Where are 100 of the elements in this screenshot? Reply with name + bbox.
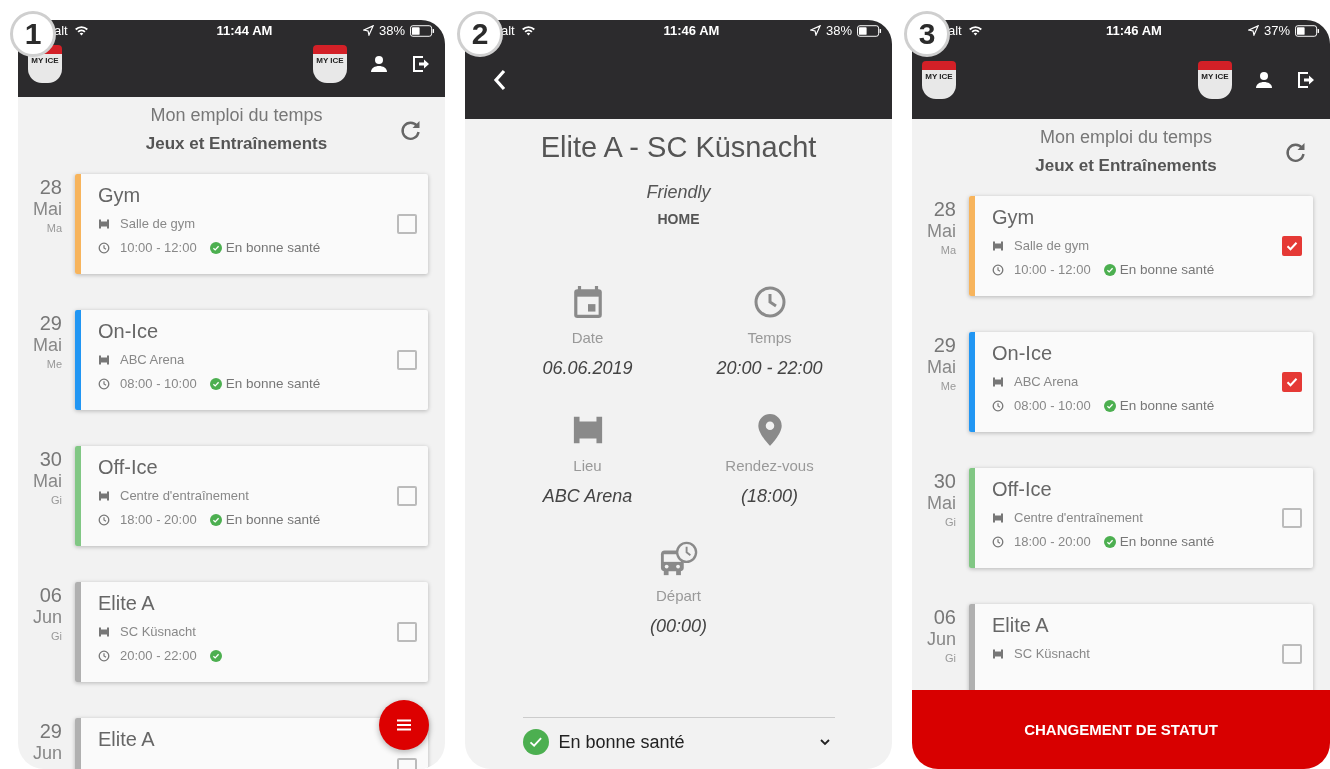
health-status: En bonne santé <box>225 240 321 255</box>
stadium-icon <box>992 239 1004 252</box>
back-icon[interactable] <box>493 68 507 92</box>
stadium-icon <box>992 647 1004 660</box>
health-status: En bonne santé <box>225 376 321 391</box>
event-title: Elite A <box>98 592 156 615</box>
event-card[interactable]: On-Ice ABC Arena 08:00 - 10:00 En bonne santé <box>75 310 428 410</box>
menu-button[interactable] <box>379 700 429 750</box>
event-card[interactable]: Gym Salle de gym 10:00 - 12:00 En bonne santé <box>969 196 1313 296</box>
event-title: On-Ice <box>98 320 160 343</box>
event-card[interactable]: On-Ice ABC Arena 08:00 - 10:00 En bonne santé <box>969 332 1313 432</box>
event-title: Elite A <box>992 614 1050 637</box>
event-location: ABC Arena <box>1014 374 1079 389</box>
event-checkbox[interactable] <box>397 622 417 642</box>
date-day: 29 <box>39 720 62 743</box>
clock-icon <box>98 377 110 390</box>
info-value: 20:00 - 22:00 <box>716 358 823 379</box>
date-month: Mai <box>33 335 62 356</box>
location-arrow-icon <box>809 25 821 36</box>
event-checkbox[interactable] <box>1282 372 1302 392</box>
date-day: 30 <box>933 470 956 493</box>
info-value: (18:00) <box>740 486 798 507</box>
check-circle-icon <box>522 729 549 755</box>
event-checkbox[interactable] <box>397 214 417 234</box>
event-card[interactable]: Off-Ice Centre d'entraînement 18:00 - 20:00 En bonne santé <box>75 446 428 546</box>
event-checkbox[interactable] <box>1282 236 1302 256</box>
event-location: SC Küsnacht <box>120 624 196 639</box>
date-weekday: Me <box>940 380 956 392</box>
event-location: ABC Arena <box>120 352 185 367</box>
date-weekday: Gi <box>51 494 62 506</box>
carrier-label: alt <box>501 23 515 38</box>
health-status: En bonne santé <box>1119 534 1215 549</box>
status-change-button[interactable]: CHANGEMENT DE STATUT <box>912 690 1330 769</box>
event-card[interactable]: Gym Salle de gym 10:00 - 12:00 En bonne santé <box>75 174 428 274</box>
wifi-icon <box>73 25 89 36</box>
date-day: 29 <box>39 312 62 335</box>
info-label: Rendez-vous <box>725 457 814 474</box>
clock-icon <box>98 649 110 662</box>
date-day: 06 <box>39 584 62 607</box>
logout-icon[interactable] <box>411 54 431 74</box>
event-time: 18:00 - 20:00 <box>1014 534 1091 549</box>
health-status-dropdown[interactable]: En bonne santé <box>522 717 835 769</box>
info-value: (00:00) <box>649 616 707 637</box>
event-card[interactable]: Elite A <box>75 718 428 769</box>
health-status: En bonne santé <box>225 512 321 527</box>
calendar-icon <box>571 285 604 319</box>
date-weekday: Gi <box>945 516 956 528</box>
page-title: Mon emploi du temps <box>150 105 323 126</box>
clock-icon <box>753 285 786 319</box>
person-icon[interactable] <box>369 54 389 74</box>
event-location: Centre d'entraînement <box>120 488 249 503</box>
clock-time: 11:46 AM <box>1106 23 1162 38</box>
team-logo[interactable]: MY ICE <box>1198 61 1232 99</box>
date-month: Jun <box>32 743 62 764</box>
date-month: Mai <box>927 493 956 514</box>
stadium-icon <box>992 511 1004 524</box>
event-card[interactable]: Elite A SC Küsnacht <box>969 604 1313 690</box>
carrier-label: alt <box>948 23 962 38</box>
clock-time: 11:44 AM <box>216 23 273 38</box>
battery-icon <box>1295 24 1320 37</box>
team-logo[interactable]: MY ICE <box>313 45 347 83</box>
event-checkbox[interactable] <box>397 350 417 370</box>
event-title: Gym <box>98 184 142 207</box>
event-card[interactable]: Elite A SC Küsnacht 20:00 - 22:00 <box>75 582 428 682</box>
date-day: 30 <box>39 448 62 471</box>
event-time: 10:00 - 12:00 <box>120 240 197 255</box>
date-month: Mai <box>33 199 62 220</box>
event-title: On-Ice <box>992 342 1054 365</box>
date-month: Mai <box>33 471 62 492</box>
health-status: En bonne santé <box>1119 262 1215 277</box>
home-away-label: HOME <box>657 211 700 227</box>
event-checkbox[interactable] <box>1282 508 1302 528</box>
page-subtitle: Jeux et Entraînements <box>145 134 328 154</box>
battery-percent: 37% <box>1263 23 1290 38</box>
bus-clock-icon <box>659 541 698 577</box>
date-month: Mai <box>927 357 956 378</box>
battery-percent: 38% <box>378 23 405 38</box>
info-label: Temps <box>747 329 792 346</box>
page-subtitle: Jeux et Entraînements <box>1035 156 1217 176</box>
date-day: 28 <box>39 176 62 199</box>
event-checkbox[interactable] <box>1282 644 1302 664</box>
person-icon[interactable] <box>1254 70 1274 90</box>
event-time: 10:00 - 12:00 <box>1014 262 1091 277</box>
event-time: 08:00 - 10:00 <box>1014 398 1091 413</box>
app-logo: MY ICE <box>922 61 956 99</box>
clock-icon <box>992 399 1004 412</box>
carrier-label: alt <box>54 23 68 38</box>
event-location: Salle de gym <box>120 216 196 231</box>
logout-icon[interactable] <box>1296 70 1316 90</box>
stadium-icon <box>98 489 110 502</box>
date-day: 06 <box>933 606 956 629</box>
chevron-down-icon <box>818 738 831 746</box>
info-label: Lieu <box>573 457 602 474</box>
info-label: Date <box>571 329 604 346</box>
event-checkbox[interactable] <box>397 486 417 506</box>
event-card[interactable]: Off-Ice Centre d'entraînement 18:00 - 20:00 En bonne santé <box>969 468 1313 568</box>
event-title: Gym <box>992 206 1036 229</box>
battery-icon <box>857 24 882 37</box>
event-title: Off-Ice <box>98 456 159 479</box>
event-time: 08:00 - 10:00 <box>120 376 197 391</box>
